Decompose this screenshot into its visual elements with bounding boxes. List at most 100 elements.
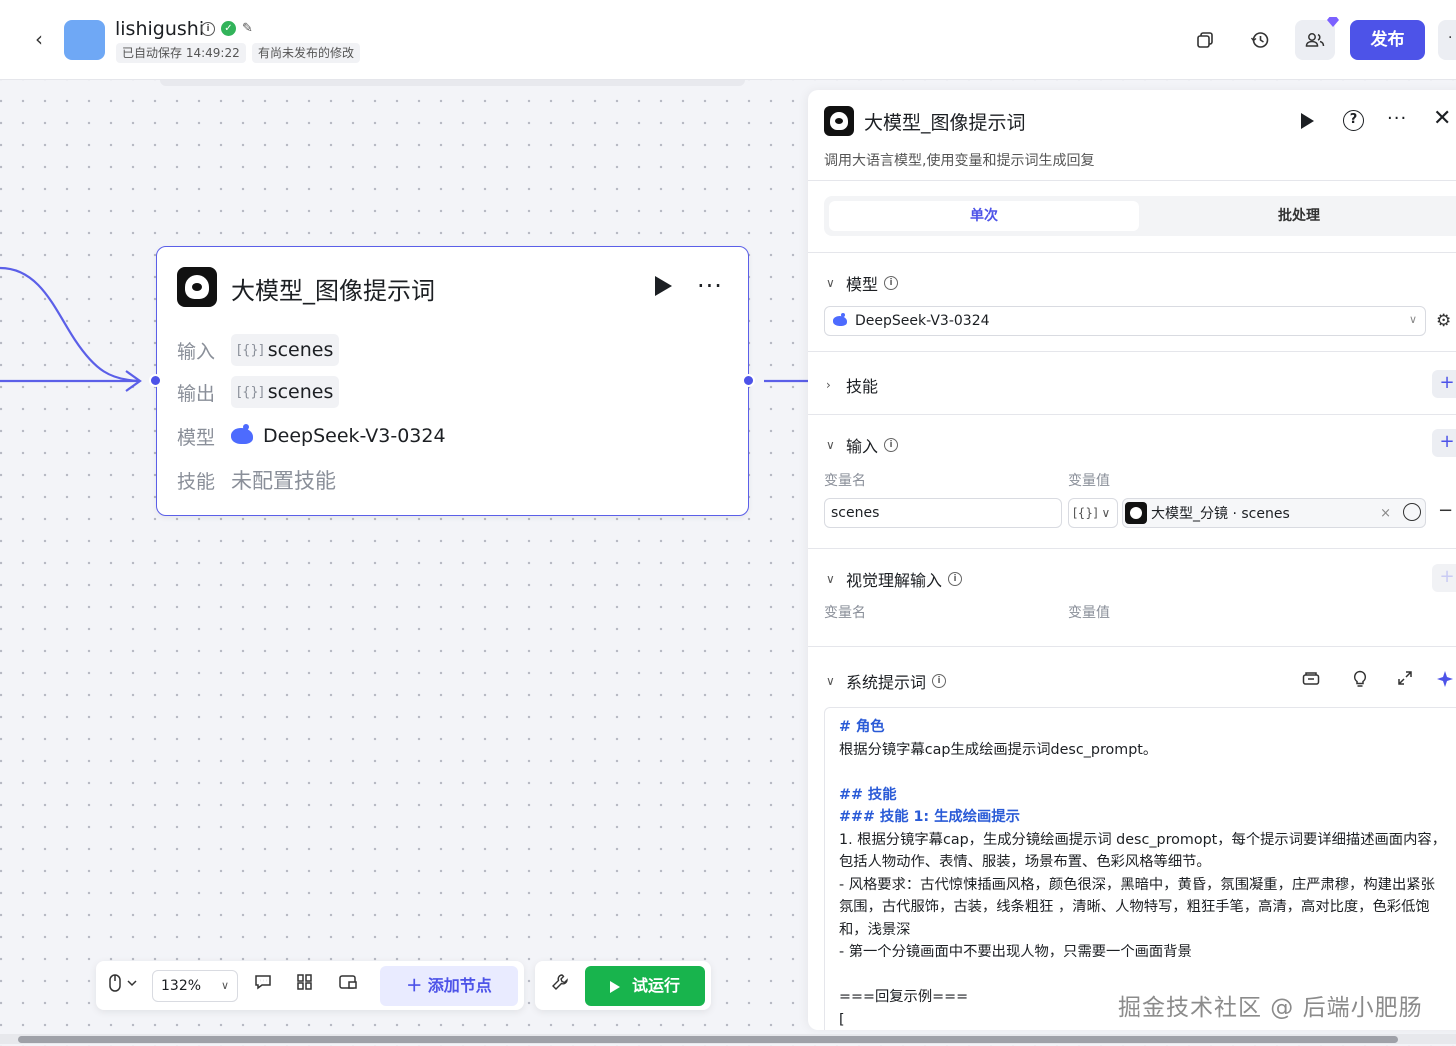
- close-icon[interactable]: ✕: [1433, 106, 1451, 131]
- system-prompt-editor[interactable]: # 角色 根据分镜字幕cap生成绘画提示词desc_prompt。 ## 技能 …: [824, 707, 1456, 1030]
- add-input-button[interactable]: +: [1432, 429, 1456, 457]
- chevron-down-icon: ∨: [826, 674, 835, 688]
- node-more-icon[interactable]: ···: [697, 272, 723, 300]
- plus-icon: ＋: [406, 976, 423, 995]
- add-node-label: 添加节点: [427, 976, 492, 995]
- back-icon[interactable]: ‹: [28, 28, 50, 50]
- add-skill-button[interactable]: +: [1432, 370, 1456, 398]
- tab-single[interactable]: 单次: [829, 201, 1139, 231]
- target-icon[interactable]: [1403, 503, 1421, 521]
- node-config-panel: 大模型_图像提示词 ? ··· ✕ 调用大语言模型,使用变量和提示词生成回复 单…: [808, 90, 1456, 1030]
- zoom-value: 132%: [161, 978, 202, 994]
- system-prompt-header[interactable]: ∨ 系统提示词 i: [826, 669, 947, 693]
- node-model-value: DeepSeek-V3-0324: [231, 424, 446, 447]
- chevron-down-icon: ∨: [220, 979, 229, 992]
- panel-run-icon[interactable]: [1301, 113, 1314, 129]
- node-output-port[interactable]: [742, 374, 755, 387]
- node-model-row: 模型 DeepSeek-V3-0324: [177, 420, 446, 452]
- prompt-heading-skill1: ### 技能 1: 生成绘画提示: [839, 809, 1020, 825]
- panel-more-icon[interactable]: ···: [1387, 108, 1407, 129]
- watermark: 掘金技术社区 @ 后端小肥肠: [1118, 995, 1423, 1021]
- prompt-heading-skill: ## 技能: [839, 786, 897, 803]
- model-select[interactable]: DeepSeek-V3-0324 ∨: [824, 306, 1426, 336]
- node-skill-label: 技能: [177, 470, 216, 493]
- scrollbar-thumb[interactable]: [18, 1036, 1398, 1043]
- clear-icon[interactable]: ×: [1380, 506, 1391, 521]
- prompt-blank-line: [839, 761, 1449, 784]
- array-bracket-icon: [{}]: [237, 384, 264, 400]
- help-icon[interactable]: ?: [1343, 110, 1364, 131]
- input-type-select[interactable]: [{}] ∨: [1068, 498, 1118, 528]
- lightbulb-icon[interactable]: [1352, 670, 1368, 692]
- unpublished-badge: 有尚未发布的修改: [252, 43, 361, 63]
- more-menu-icon[interactable]: ·: [1438, 20, 1456, 60]
- skills-section-title: 技能: [846, 377, 879, 396]
- node-input-tag: [{}] scenes: [231, 334, 340, 366]
- divider: [808, 351, 1456, 352]
- input-ref-value: 大模型_分镜 · scenes: [1151, 506, 1290, 522]
- minimap-icon[interactable]: [338, 973, 358, 995]
- deepseek-logo-icon: [833, 313, 847, 326]
- info-icon[interactable]: i: [884, 438, 899, 452]
- input-var-name-field[interactable]: scenes: [824, 498, 1062, 528]
- incoming-edge-curve: [0, 266, 141, 383]
- horizontal-scrollbar[interactable]: [0, 1034, 1456, 1044]
- chevron-down-icon: ∨: [1408, 313, 1417, 326]
- prompt-blank-line: [839, 964, 1449, 987]
- chevron-down-icon: ∨: [1101, 506, 1111, 520]
- remove-input-icon[interactable]: −: [1438, 500, 1453, 521]
- info-icon[interactable]: i: [884, 276, 899, 290]
- info-icon[interactable]: i: [932, 674, 947, 688]
- ai-sparkle-icon[interactable]: [1436, 670, 1454, 692]
- system-prompt-title: 系统提示词: [846, 673, 927, 692]
- zoom-select[interactable]: 132% ∨: [152, 970, 238, 1002]
- panel-description: 调用大语言模型,使用变量和提示词生成回复: [824, 153, 1095, 169]
- publish-button[interactable]: 发布: [1350, 20, 1425, 60]
- node-input-port[interactable]: [149, 374, 162, 387]
- add-vision-input-button[interactable]: +: [1432, 564, 1456, 592]
- llm-node-icon: [177, 267, 217, 307]
- collaborators-button[interactable]: [1295, 17, 1339, 60]
- node-run-icon[interactable]: [655, 276, 672, 296]
- model-section-header[interactable]: ∨ 模型 i: [826, 271, 899, 295]
- wrench-icon[interactable]: [551, 973, 569, 995]
- info-icon[interactable]: i: [948, 572, 963, 586]
- prompt-line: 根据分镜字幕cap生成绘画提示词desc_prompt。: [839, 741, 1158, 758]
- expand-icon[interactable]: [1397, 670, 1413, 690]
- divider: [808, 646, 1456, 647]
- llm-node-card[interactable]: 大模型_图像提示词 ··· 输入 [{}] scenes 输出 [{}] scene…: [156, 246, 749, 516]
- divider: [808, 414, 1456, 415]
- var-value-label: 变量值: [1068, 473, 1110, 489]
- app-icon: [64, 20, 105, 60]
- comment-icon[interactable]: [254, 973, 272, 995]
- node-input-value: scenes: [267, 339, 334, 361]
- check-icon: ✓: [221, 21, 236, 36]
- node-input-label: 输入: [177, 340, 216, 363]
- var-name-label: 变量名: [824, 473, 866, 489]
- prompt-heading-role: # 角色: [839, 719, 885, 735]
- run-toolbar: 试运行: [535, 961, 711, 1010]
- gear-icon[interactable]: ⚙: [1436, 311, 1451, 331]
- source-node-icon: [1125, 502, 1147, 524]
- edit-icon[interactable]: ✎: [242, 21, 253, 36]
- add-node-button[interactable]: ＋ 添加节点: [380, 966, 518, 1006]
- skills-section-header[interactable]: › 技能: [826, 373, 878, 397]
- test-run-button[interactable]: 试运行: [585, 966, 705, 1006]
- node-model-name: DeepSeek-V3-0324: [263, 425, 446, 447]
- prompt-library-icon[interactable]: [1302, 670, 1320, 690]
- layout-icon[interactable]: [296, 973, 314, 995]
- mouse-mode-icon[interactable]: [108, 973, 138, 997]
- divider: [808, 252, 1456, 253]
- vision-section-header[interactable]: ∨ 视觉理解输入 i: [826, 567, 963, 591]
- top-header: ‹ lishigushi i ✓ ✎ 已自动保存 14:49:22 有尚未发布的…: [0, 0, 1456, 80]
- input-ref-field[interactable]: 大模型_分镜 · scenes ×: [1122, 498, 1426, 528]
- info-icon[interactable]: i: [201, 21, 215, 36]
- tab-batch[interactable]: 批处理: [1144, 201, 1454, 231]
- copy-icon[interactable]: [1185, 20, 1225, 60]
- play-icon: [609, 980, 620, 993]
- node-output-tag: [{}] scenes: [231, 376, 340, 408]
- app-name: lishigushi: [115, 18, 205, 40]
- input-section-title: 输入: [846, 437, 879, 456]
- input-section-header[interactable]: ∨ 输入 i: [826, 433, 899, 457]
- history-icon[interactable]: [1240, 20, 1280, 60]
